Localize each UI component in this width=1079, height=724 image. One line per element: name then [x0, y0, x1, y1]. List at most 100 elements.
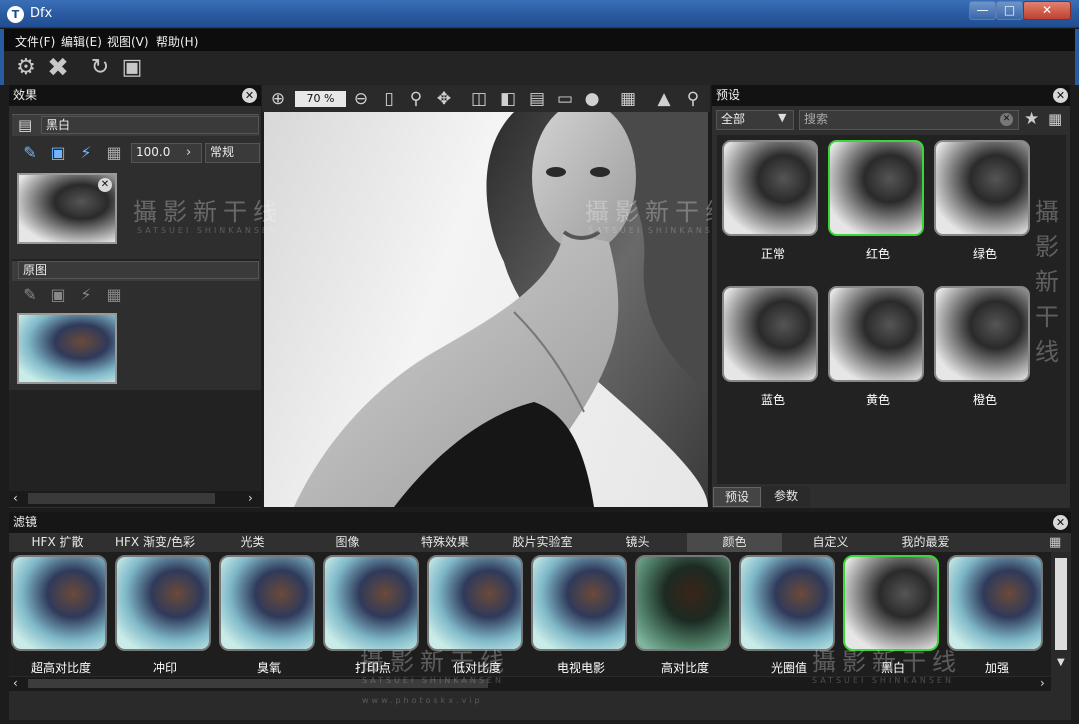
preset-label: 黄色 — [865, 393, 890, 407]
grid-view-icon[interactable]: ▦ — [1049, 535, 1061, 550]
lightning-icon[interactable]: ⚡ — [76, 285, 96, 305]
category-tab[interactable]: HFX 渐变/色彩 — [105, 533, 205, 552]
chevron-down-icon[interactable]: ▼ — [1057, 657, 1065, 668]
trash-icon[interactable]: ▦ — [1048, 110, 1062, 128]
scroll-thumb[interactable] — [28, 493, 215, 504]
filter-item[interactable] — [219, 555, 315, 651]
menu-edit[interactable]: 编辑(E) — [61, 33, 102, 50]
category-tab[interactable]: 自定义 — [783, 533, 878, 552]
category-tab[interactable]: 我的最爱 — [878, 533, 973, 552]
image-icon[interactable]: ▦ — [617, 88, 639, 110]
loupe-icon[interactable]: ⚲ — [682, 88, 704, 110]
frame-icon[interactable]: ▦ — [104, 285, 124, 305]
scroll-left-icon[interactable]: ‹ — [13, 676, 18, 690]
menu-help[interactable]: 帮助(H) — [156, 33, 198, 50]
magnifier-icon[interactable]: ⚲ — [405, 88, 427, 110]
category-tab[interactable]: 镜头 — [590, 533, 685, 552]
histogram-icon[interactable]: ▲ — [653, 88, 675, 110]
camera-icon[interactable]: ● — [581, 88, 603, 110]
filter-label: 超高对比度 — [30, 661, 91, 675]
category-tab[interactable]: 光类 — [205, 533, 300, 552]
scroll-right-icon[interactable]: › — [1040, 676, 1045, 690]
lightning-icon[interactable]: ⚡ — [76, 143, 96, 163]
filter-item[interactable] — [947, 555, 1043, 651]
filter-item[interactable] — [635, 555, 731, 651]
category-tab[interactable]: 图像 — [300, 533, 395, 552]
filters-panel-title: 滤镜 — [9, 512, 1071, 533]
edit-mask-icon[interactable]: ✎ — [20, 285, 40, 305]
preset-item[interactable] — [934, 140, 1030, 236]
category-tab[interactable]: HFX 扩散 — [10, 533, 105, 552]
category-tab[interactable]: 胶片实验室 — [495, 533, 590, 552]
preset-item-selected[interactable] — [828, 140, 924, 236]
original-layer-name[interactable]: 原图 — [18, 261, 259, 279]
filter-item[interactable] — [11, 555, 107, 651]
filter-item[interactable] — [115, 555, 211, 651]
filter-item[interactable] — [531, 555, 627, 651]
amount-stepper[interactable]: 100.0 — [131, 143, 202, 163]
filter-item[interactable] — [323, 555, 419, 651]
filter-scroll-thumb[interactable] — [1055, 558, 1067, 650]
filter-item[interactable] — [427, 555, 523, 651]
fit-height-icon[interactable]: ▯ — [378, 88, 400, 110]
category-tab-selected[interactable]: 颜色 — [687, 533, 782, 552]
monitor-icon[interactable]: ▣ — [48, 143, 68, 163]
fit-icon[interactable]: ▣ — [118, 55, 146, 81]
preset-label: 蓝色 — [760, 393, 785, 407]
pan-icon[interactable]: ✥ — [433, 88, 455, 110]
preset-item[interactable] — [722, 286, 818, 382]
title-bar — [0, 0, 1079, 28]
blend-mode-select[interactable]: 常规 — [205, 143, 260, 163]
tab-params[interactable]: 参数 — [762, 487, 810, 507]
zoom-out-icon[interactable]: ⊖ — [350, 88, 372, 110]
watermark: 攝影新干线 — [812, 648, 962, 676]
close-window-button[interactable]: ✕ — [1023, 1, 1071, 20]
original-layer-thumbnail[interactable] — [17, 313, 117, 384]
preset-item[interactable] — [722, 140, 818, 236]
preview-canvas[interactable] — [264, 112, 708, 507]
clear-search-icon[interactable]: ✕ — [1000, 113, 1013, 126]
filter-label: 臭氧 — [256, 661, 281, 675]
minimize-button[interactable]: — — [969, 1, 996, 20]
split-horizontal-icon[interactable]: ▤ — [526, 88, 548, 110]
refresh-icon[interactable]: ↻ — [86, 55, 114, 81]
menu-view[interactable]: 视图(V) — [107, 33, 149, 50]
zoom-in-icon[interactable]: ⊕ — [267, 88, 289, 110]
preset-label: 绿色 — [972, 247, 997, 261]
preset-item[interactable] — [828, 286, 924, 382]
layers-icon: ▤ — [18, 116, 33, 134]
star-icon[interactable]: ★ — [1024, 109, 1039, 129]
effect-layer-name[interactable]: 黑白 — [41, 116, 259, 134]
scroll-left-icon[interactable]: ‹ — [13, 491, 18, 505]
menu-file[interactable]: 文件(F) — [15, 33, 55, 50]
preset-label: 红色 — [865, 247, 890, 261]
watermark-sub: SATSUEI SHINKANSEN — [362, 676, 504, 685]
maximize-button[interactable]: □ — [996, 1, 1023, 20]
watermark-sub: SATSUEI SHINKANSEN — [812, 676, 954, 685]
filter-item-selected[interactable] — [843, 555, 939, 651]
scroll-right-icon[interactable]: › — [248, 491, 253, 505]
chevron-down-icon[interactable]: ▼ — [778, 111, 786, 124]
filters-panel-close-icon[interactable]: ✕ — [1053, 515, 1068, 530]
edit-mask-icon[interactable]: ✎ — [20, 143, 40, 163]
category-tab[interactable]: 特殊效果 — [395, 533, 495, 552]
monitor-icon[interactable]: ▣ — [48, 285, 68, 305]
effects-panel-close-icon[interactable]: ✕ — [242, 88, 257, 103]
preset-label: 橙色 — [972, 393, 997, 407]
single-view-icon[interactable]: ▭ — [554, 88, 576, 110]
filter-item[interactable] — [739, 555, 835, 651]
split-vertical-icon[interactable]: ◫ — [468, 88, 490, 110]
preset-search-input[interactable]: 搜索 — [799, 110, 1019, 130]
remove-effect-icon[interactable]: ✕ — [98, 178, 112, 192]
watermark-sub: SATSUEI SHINKANSEN — [588, 226, 730, 235]
filter-label: 电视电影 — [556, 661, 605, 675]
preset-item[interactable] — [934, 286, 1030, 382]
zoom-field[interactable]: 70 % — [295, 91, 346, 107]
presets-panel-close-icon[interactable]: ✕ — [1053, 88, 1068, 103]
chevron-right-icon[interactable]: › — [186, 145, 191, 160]
gear-icon[interactable]: ⚙ — [12, 55, 40, 81]
frame-icon[interactable]: ▦ — [104, 143, 124, 163]
tab-presets[interactable]: 预设 — [713, 487, 761, 507]
split-compare-icon[interactable]: ◧ — [497, 88, 519, 110]
close-icon[interactable]: ✖ — [44, 55, 72, 81]
